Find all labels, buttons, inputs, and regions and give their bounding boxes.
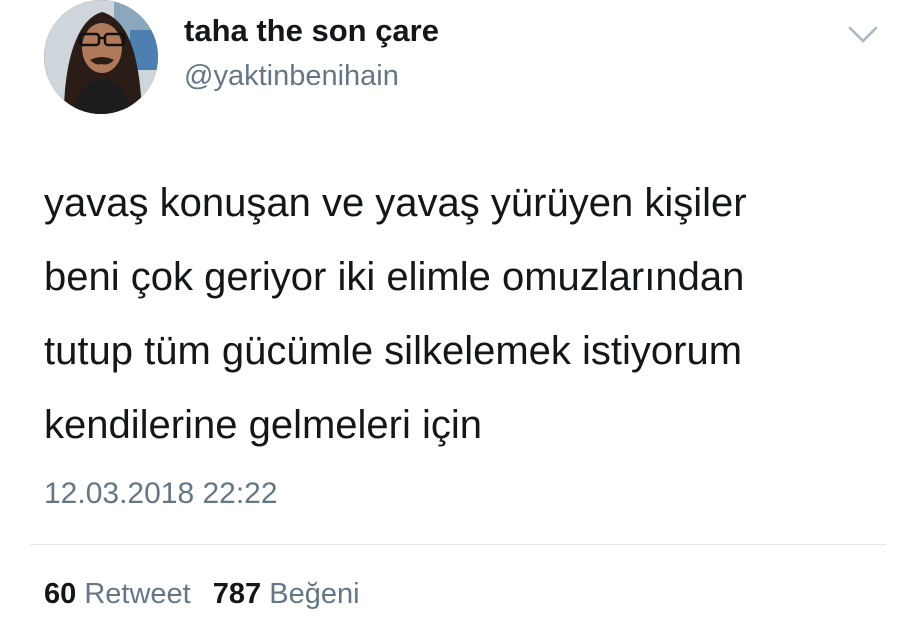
like-count-link[interactable]: 787 Beğeni: [213, 574, 360, 614]
tweet-text-line: yavaş konuşan ve yavaş yürüyen kişiler: [44, 181, 747, 225]
chevron-down-icon: [848, 26, 878, 43]
retweet-label: Retweet: [84, 578, 191, 610]
like-count: 787: [212, 578, 262, 610]
tweet-menu-button[interactable]: [846, 22, 880, 48]
like-label: Beğeni: [269, 578, 360, 610]
tweet-timestamp[interactable]: 12.03.2018 22:22: [44, 474, 278, 514]
avatar-photo-icon: [44, 0, 158, 114]
tweet-text-line: kendilerine gelmeleri için: [44, 403, 482, 447]
author-display-name[interactable]: taha the son çare: [184, 12, 439, 50]
author-handle[interactable]: @yaktinbenihain: [184, 58, 399, 94]
tweet-stats: 60 Retweet 787 Beğeni: [44, 574, 360, 614]
retweet-count-link[interactable]: 60 Retweet: [44, 574, 191, 614]
tweet-text-line: beni çok geriyor iki elimle omuzlarından: [44, 255, 745, 299]
tweet-text: yavaş konuşan ve yavaş yürüyen kişiler b…: [44, 166, 884, 462]
author-avatar[interactable]: [44, 0, 158, 114]
retweet-count: 60: [44, 578, 77, 610]
divider: [30, 544, 886, 545]
tweet-text-line: tutup tüm gücümle silkelemek istiyorum: [44, 329, 743, 373]
